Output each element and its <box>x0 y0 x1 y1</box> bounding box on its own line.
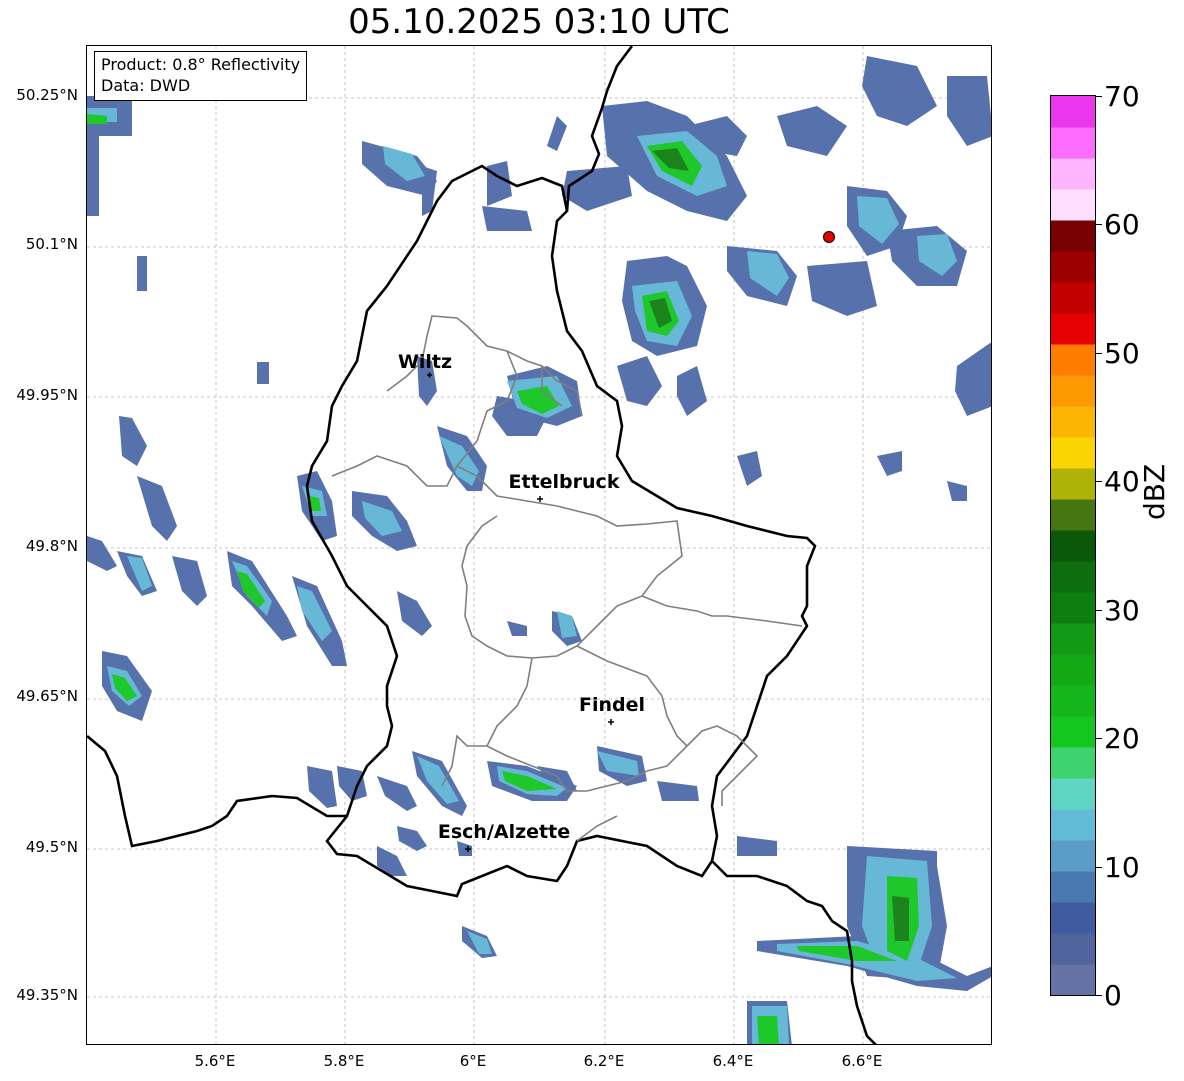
colorbar-segment <box>1051 964 1095 995</box>
colorbar-segment <box>1051 716 1095 748</box>
colorbar-segment <box>1051 685 1095 717</box>
colorbar-tick-label: 50 <box>1104 337 1140 370</box>
colorbar-unit-label: dBZ <box>1138 463 1171 520</box>
colorbar-segment <box>1051 468 1095 500</box>
colorbar-segment <box>1051 623 1095 655</box>
colorbar-tick-label: 0 <box>1104 979 1122 1012</box>
neighbor-border <box>87 46 877 1044</box>
radar-station-marker[interactable] <box>823 231 835 243</box>
lat-label: 50.25°N <box>16 86 78 104</box>
lon-label: 5.6°E <box>194 1052 236 1070</box>
colorbar <box>1050 95 1096 996</box>
lat-label: 49.5°N <box>25 838 78 856</box>
colorbar-tick <box>1096 224 1102 225</box>
city-marker <box>537 496 543 502</box>
colorbar-tick-label: 20 <box>1104 722 1140 755</box>
colorbar-tick-label: 10 <box>1104 851 1140 884</box>
colorbar-segment <box>1051 251 1095 283</box>
colorbar-segment <box>1051 220 1095 252</box>
colorbar-segment <box>1051 530 1095 562</box>
colorbar-tick-label: 60 <box>1104 208 1140 241</box>
city-findel[interactable]: Findel <box>579 694 645 725</box>
colorbar-segment <box>1051 747 1095 779</box>
lat-label: 49.8°N <box>25 537 78 555</box>
colorbar-tick-label: 70 <box>1104 80 1140 113</box>
colorbar-segment <box>1051 127 1095 159</box>
lon-label: 6.4°E <box>712 1052 754 1070</box>
radar-map[interactable]: Wiltz Ettelbruck Findel Esch/Alzette <box>86 45 992 1045</box>
radar-map-canvas: Wiltz Ettelbruck Findel Esch/Alzette <box>87 46 991 1044</box>
city-label: Esch/Alzette <box>438 821 570 843</box>
lat-label: 49.95°N <box>16 386 78 404</box>
colorbar-segment <box>1051 561 1095 593</box>
city-marker <box>608 719 614 725</box>
colorbar-segment <box>1051 282 1095 314</box>
map-title: 05.10.2025 03:10 UTC <box>348 2 730 42</box>
data-source-text: Data: DWD <box>101 76 191 95</box>
colorbar-segment <box>1051 902 1095 934</box>
colorbar-tick-label: 30 <box>1104 594 1140 627</box>
lon-label: 5.8°E <box>323 1052 365 1070</box>
lat-label: 50.1°N <box>25 235 78 253</box>
colorbar-segment <box>1051 592 1095 624</box>
colorbar-segment <box>1051 933 1095 965</box>
colorbar-segment <box>1051 499 1095 531</box>
colorbar-tick <box>1096 867 1102 868</box>
product-text: Product: 0.8° Reflectivity <box>101 55 301 74</box>
colorbar-segment <box>1051 189 1095 221</box>
colorbar-segment <box>1051 313 1095 345</box>
city-label: Wiltz <box>398 351 452 373</box>
colorbar-segment <box>1051 871 1095 903</box>
colorbar-tick <box>1096 353 1102 354</box>
city-esch-alzette[interactable]: Esch/Alzette <box>438 821 570 852</box>
colorbar-tick <box>1096 610 1102 611</box>
lon-label: 6.6°E <box>841 1052 883 1070</box>
colorbar-segment <box>1051 654 1095 686</box>
colorbar-tick <box>1096 481 1102 482</box>
lat-label: 49.65°N <box>16 687 78 705</box>
colorbar-segment <box>1051 158 1095 190</box>
city-ettelbruck[interactable]: Ettelbruck <box>509 471 620 502</box>
lat-label: 49.35°N <box>16 986 78 1004</box>
radar-echoes <box>87 56 991 1044</box>
colorbar-segment <box>1051 437 1095 469</box>
colorbar-segment <box>1051 96 1095 128</box>
colorbar-segment <box>1051 406 1095 438</box>
colorbar-segment <box>1051 344 1095 376</box>
city-label: Findel <box>579 694 645 716</box>
lon-label: 6°E <box>459 1052 487 1070</box>
colorbar-tick <box>1096 96 1102 97</box>
colorbar-tick-label: 40 <box>1104 465 1140 498</box>
colorbar-segment <box>1051 375 1095 407</box>
lon-label: 6.2°E <box>583 1052 625 1070</box>
city-label: Ettelbruck <box>509 471 620 493</box>
product-info-box: Product: 0.8° Reflectivity Data: DWD <box>94 51 308 101</box>
colorbar-segment <box>1051 809 1095 841</box>
colorbar-tick <box>1096 738 1102 739</box>
colorbar-tick <box>1096 995 1102 996</box>
colorbar-segment <box>1051 840 1095 872</box>
colorbar-segment <box>1051 778 1095 810</box>
